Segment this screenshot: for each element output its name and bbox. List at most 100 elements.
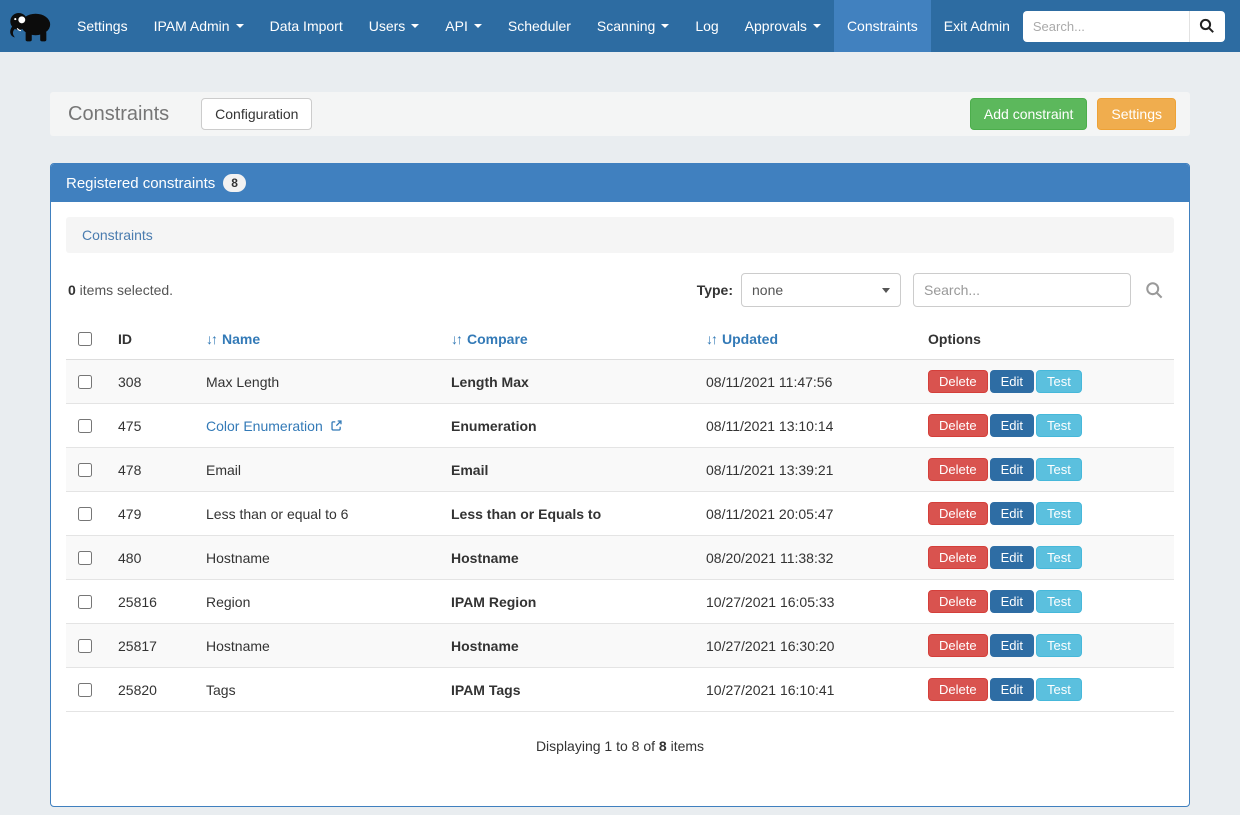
nav-item-ipam-admin[interactable]: IPAM Admin [141, 0, 257, 52]
constraint-name-link[interactable]: Color Enumeration [206, 418, 323, 434]
header-updated-sort[interactable]: ↓↑Updated [698, 319, 920, 360]
cell-compare: Hostname [443, 536, 698, 580]
footer-suffix: items [667, 738, 704, 754]
nav-item-approvals[interactable]: Approvals [732, 0, 834, 52]
navbar-search-button[interactable] [1189, 11, 1225, 42]
cell-updated: 08/11/2021 20:05:47 [698, 492, 920, 536]
test-button[interactable]: Test [1036, 590, 1082, 613]
cell-id: 308 [110, 360, 198, 404]
cell-options: DeleteEditTest [920, 580, 1174, 624]
cell-updated: 10/27/2021 16:10:41 [698, 668, 920, 712]
delete-button[interactable]: Delete [928, 590, 988, 613]
nav-item-scanning[interactable]: Scanning [584, 0, 682, 52]
row-checkbox[interactable] [78, 463, 92, 477]
nav-item-settings[interactable]: Settings [64, 0, 141, 52]
navbar-search-input[interactable] [1023, 11, 1189, 42]
logo-elephant[interactable] [0, 0, 64, 52]
row-checkbox[interactable] [78, 507, 92, 521]
delete-button[interactable]: Delete [928, 634, 988, 657]
cell-updated: 10/27/2021 16:05:33 [698, 580, 920, 624]
cell-name: Region [198, 580, 443, 624]
cell-updated: 08/11/2021 13:39:21 [698, 448, 920, 492]
row-checkbox[interactable] [78, 375, 92, 389]
page-header: Constraints Configuration Add constraint… [50, 92, 1190, 136]
test-button[interactable]: Test [1036, 414, 1082, 437]
type-label: Type: [697, 282, 733, 298]
delete-button[interactable]: Delete [928, 458, 988, 481]
cell-options: DeleteEditTest [920, 624, 1174, 668]
footer-count: 8 [659, 738, 667, 754]
delete-button[interactable]: Delete [928, 370, 988, 393]
test-button[interactable]: Test [1036, 502, 1082, 525]
edit-button[interactable]: Edit [990, 590, 1034, 613]
sort-icon: ↓↑ [206, 331, 216, 347]
test-button[interactable]: Test [1036, 370, 1082, 393]
cell-options: DeleteEditTest [920, 448, 1174, 492]
settings-button[interactable]: Settings [1097, 98, 1176, 130]
nav-item-api[interactable]: API [432, 0, 495, 52]
nav-item-users[interactable]: Users [356, 0, 433, 52]
edit-button[interactable]: Edit [990, 634, 1034, 657]
table-search-button[interactable] [1145, 281, 1164, 300]
cell-id: 480 [110, 536, 198, 580]
cell-compare: Less than or Equals to [443, 492, 698, 536]
row-checkbox[interactable] [78, 683, 92, 697]
row-checkbox[interactable] [78, 595, 92, 609]
header-compare-sort[interactable]: ↓↑Compare [443, 319, 698, 360]
table-row: 479Less than or equal to 6Less than or E… [66, 492, 1174, 536]
table-search-input[interactable] [913, 273, 1131, 307]
test-button[interactable]: Test [1036, 634, 1082, 657]
edit-button[interactable]: Edit [990, 458, 1034, 481]
cell-name: Color Enumeration [198, 404, 443, 448]
edit-button[interactable]: Edit [990, 414, 1034, 437]
header-name-sort[interactable]: ↓↑Name [198, 319, 443, 360]
add-constraint-button[interactable]: Add constraint [970, 98, 1088, 130]
test-button[interactable]: Test [1036, 546, 1082, 569]
configuration-button[interactable]: Configuration [201, 98, 312, 130]
type-select[interactable]: none [741, 273, 901, 307]
row-checkbox[interactable] [78, 639, 92, 653]
breadcrumb: Constraints [66, 217, 1174, 253]
table-toolbar: 0 items selected. Type: none [66, 253, 1174, 319]
delete-button[interactable]: Delete [928, 546, 988, 569]
nav-item-data-import[interactable]: Data Import [257, 0, 356, 52]
row-checkbox-cell [66, 580, 110, 624]
cell-name: Hostname [198, 536, 443, 580]
delete-button[interactable]: Delete [928, 678, 988, 701]
edit-button[interactable]: Edit [990, 546, 1034, 569]
table-row: 308Max LengthLength Max08/11/2021 11:47:… [66, 360, 1174, 404]
edit-button[interactable]: Edit [990, 502, 1034, 525]
row-checkbox[interactable] [78, 551, 92, 565]
nav-item-scheduler[interactable]: Scheduler [495, 0, 584, 52]
selected-info: 0 items selected. [68, 282, 173, 298]
breadcrumb-constraints-link[interactable]: Constraints [82, 227, 153, 243]
test-button[interactable]: Test [1036, 458, 1082, 481]
edit-button[interactable]: Edit [990, 370, 1034, 393]
caret-down-icon [661, 24, 669, 28]
select-all-checkbox[interactable] [78, 332, 92, 346]
search-icon [1199, 18, 1215, 34]
test-button[interactable]: Test [1036, 678, 1082, 701]
table-row: 25817HostnameHostname10/27/2021 16:30:20… [66, 624, 1174, 668]
nav-item-constraints[interactable]: Constraints [834, 0, 931, 52]
delete-button[interactable]: Delete [928, 414, 988, 437]
cell-options: DeleteEditTest [920, 404, 1174, 448]
nav-item-label: Scanning [597, 18, 655, 34]
row-checkbox[interactable] [78, 419, 92, 433]
sort-icon: ↓↑ [706, 331, 716, 347]
cell-options: DeleteEditTest [920, 668, 1174, 712]
elephant-logo-icon [8, 7, 54, 45]
caret-down-icon [813, 24, 821, 28]
edit-button[interactable]: Edit [990, 678, 1034, 701]
nav-item-label: Exit Admin [944, 18, 1010, 34]
delete-button[interactable]: Delete [928, 502, 988, 525]
selected-count: 0 [68, 282, 76, 298]
caret-down-icon [882, 288, 890, 293]
cell-compare: IPAM Tags [443, 668, 698, 712]
nav-item-label: Constraints [847, 18, 918, 34]
nav-item-exit-admin[interactable]: Exit Admin [931, 0, 1023, 52]
cell-id: 475 [110, 404, 198, 448]
panel-heading: Registered constraints 8 [51, 164, 1189, 202]
panel-body: Constraints 0 items selected. Type: none [51, 202, 1189, 760]
nav-item-log[interactable]: Log [682, 0, 731, 52]
